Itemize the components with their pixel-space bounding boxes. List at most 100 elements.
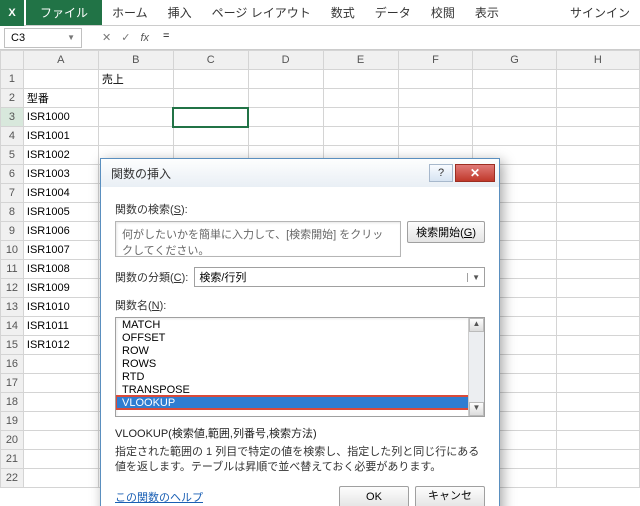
- cell[interactable]: [556, 165, 639, 184]
- col-header-G[interactable]: G: [473, 51, 556, 70]
- help-button[interactable]: ?: [429, 164, 453, 182]
- cell[interactable]: [556, 412, 639, 431]
- function-help-link[interactable]: この関数のヘルプ: [115, 489, 203, 505]
- col-header-E[interactable]: E: [323, 51, 398, 70]
- row-header[interactable]: 18: [1, 393, 24, 412]
- cell[interactable]: [23, 393, 98, 412]
- function-search-input[interactable]: 何がしたいかを簡単に入力して、[検索開始] をクリックしてください。: [115, 221, 401, 257]
- cell[interactable]: ISR1006: [23, 222, 98, 241]
- col-header-D[interactable]: D: [248, 51, 323, 70]
- ribbon-tab-insert[interactable]: 挿入: [158, 0, 202, 25]
- cell[interactable]: [23, 70, 98, 89]
- row-header[interactable]: 4: [1, 127, 24, 146]
- cell[interactable]: [556, 108, 639, 127]
- chevron-down-icon[interactable]: ▼: [467, 273, 480, 282]
- close-button[interactable]: ✕: [455, 164, 495, 182]
- cell[interactable]: [173, 108, 248, 127]
- scroll-down-icon[interactable]: ▼: [469, 402, 484, 416]
- cell[interactable]: [23, 412, 98, 431]
- cell[interactable]: [556, 127, 639, 146]
- name-box[interactable]: C3 ▼: [4, 28, 82, 48]
- cell[interactable]: [556, 222, 639, 241]
- row-header[interactable]: 8: [1, 203, 24, 222]
- cell[interactable]: ISR1003: [23, 165, 98, 184]
- category-select[interactable]: 検索/行列 ▼: [194, 267, 485, 287]
- cell[interactable]: [473, 127, 556, 146]
- cell[interactable]: [323, 108, 398, 127]
- cell[interactable]: [98, 89, 173, 108]
- cell[interactable]: [556, 298, 639, 317]
- cell[interactable]: [556, 241, 639, 260]
- ribbon-tab-pagelayout[interactable]: ページ レイアウト: [202, 0, 321, 25]
- ribbon-tab-home[interactable]: ホーム: [102, 0, 158, 25]
- cell[interactable]: 型番: [23, 89, 98, 108]
- signin-link[interactable]: サインイン: [560, 0, 640, 25]
- cell[interactable]: [398, 108, 473, 127]
- row-header[interactable]: 2: [1, 89, 24, 108]
- cell[interactable]: [556, 336, 639, 355]
- cell[interactable]: ISR1010: [23, 298, 98, 317]
- function-list-item[interactable]: OFFSET: [116, 331, 484, 344]
- accept-formula-icon[interactable]: ✓: [121, 31, 130, 44]
- row-header[interactable]: 1: [1, 70, 24, 89]
- cell[interactable]: [556, 393, 639, 412]
- function-list-item[interactable]: VLOOKUP: [116, 396, 484, 409]
- cell[interactable]: [556, 374, 639, 393]
- cell[interactable]: [556, 70, 639, 89]
- cell[interactable]: [173, 127, 248, 146]
- cell[interactable]: [173, 70, 248, 89]
- function-list[interactable]: MATCHOFFSETROWROWSRTDTRANSPOSEVLOOKUP ▲ …: [115, 317, 485, 417]
- row-header[interactable]: 19: [1, 412, 24, 431]
- cell[interactable]: [556, 260, 639, 279]
- scroll-up-icon[interactable]: ▲: [469, 318, 484, 332]
- row-header[interactable]: 20: [1, 431, 24, 450]
- row-header[interactable]: 16: [1, 355, 24, 374]
- cell[interactable]: [23, 469, 98, 488]
- cell[interactable]: [173, 89, 248, 108]
- file-tab[interactable]: ファイル: [26, 0, 102, 25]
- cell[interactable]: [473, 89, 556, 108]
- cell[interactable]: [323, 70, 398, 89]
- cell[interactable]: [23, 450, 98, 469]
- function-list-item[interactable]: MATCH: [116, 318, 484, 331]
- ribbon-tab-formula[interactable]: 数式: [321, 0, 365, 25]
- cell[interactable]: ISR1002: [23, 146, 98, 165]
- cell[interactable]: [323, 127, 398, 146]
- cell[interactable]: [556, 146, 639, 165]
- cancel-button[interactable]: キャンセル: [415, 486, 485, 506]
- cell[interactable]: [248, 70, 323, 89]
- row-header[interactable]: 22: [1, 469, 24, 488]
- row-header[interactable]: 10: [1, 241, 24, 260]
- ribbon-tab-data[interactable]: データ: [365, 0, 421, 25]
- cell[interactable]: [556, 469, 639, 488]
- dialog-titlebar[interactable]: 関数の挿入 ? ✕: [101, 159, 499, 187]
- cell[interactable]: [23, 374, 98, 393]
- col-header-F[interactable]: F: [398, 51, 473, 70]
- function-list-item[interactable]: RTD: [116, 370, 484, 383]
- cell[interactable]: [248, 89, 323, 108]
- ribbon-tab-review[interactable]: 校閲: [421, 0, 465, 25]
- cell[interactable]: [556, 355, 639, 374]
- col-header-A[interactable]: A: [23, 51, 98, 70]
- cell[interactable]: ISR1004: [23, 184, 98, 203]
- search-start-button[interactable]: 検索開始(G): [407, 221, 485, 243]
- cell[interactable]: [248, 127, 323, 146]
- cell[interactable]: [23, 355, 98, 374]
- formula-input[interactable]: =: [157, 28, 636, 48]
- function-list-item[interactable]: ROWS: [116, 357, 484, 370]
- cell[interactable]: ISR1007: [23, 241, 98, 260]
- row-header[interactable]: 9: [1, 222, 24, 241]
- fx-icon[interactable]: fx: [140, 32, 149, 44]
- row-header[interactable]: 7: [1, 184, 24, 203]
- cell[interactable]: [556, 317, 639, 336]
- row-header[interactable]: 14: [1, 317, 24, 336]
- cell[interactable]: ISR1011: [23, 317, 98, 336]
- col-header-B[interactable]: B: [98, 51, 173, 70]
- cell[interactable]: ISR1005: [23, 203, 98, 222]
- select-all-corner[interactable]: [1, 51, 24, 70]
- cell[interactable]: [398, 70, 473, 89]
- cell[interactable]: [556, 279, 639, 298]
- cell[interactable]: [98, 127, 173, 146]
- cell[interactable]: ISR1009: [23, 279, 98, 298]
- cell[interactable]: [398, 89, 473, 108]
